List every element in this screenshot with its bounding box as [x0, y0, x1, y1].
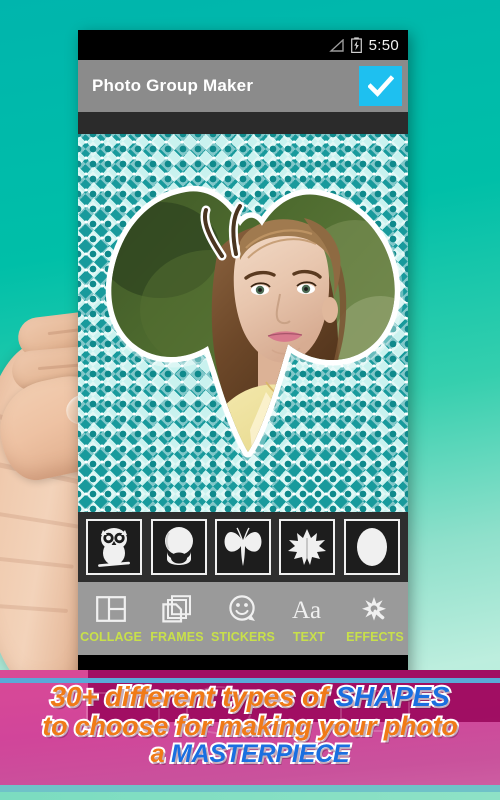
- bottom-tab-bar[interactable]: COLLAGE FRAMES STICKERS Aa TEXT EFFECTS: [78, 582, 408, 655]
- banner-line-1-highlight: SHAPES: [334, 679, 452, 713]
- status-bar: 5:50: [78, 30, 408, 60]
- butterfly-shape-icon: [221, 526, 265, 568]
- frames-stack-icon: [162, 593, 192, 625]
- shape-thumb-keyhole[interactable]: [150, 519, 207, 575]
- app-promo-screenshot: 5:50 Photo Group Maker COLLAGE FRAMES ST…: [0, 0, 500, 800]
- page-title: Photo Group Maker: [92, 76, 254, 95]
- promo-banner: 30+ different types of SHAPES to choose …: [0, 670, 500, 800]
- shape-selector-strip[interactable]: [78, 512, 408, 582]
- tab-effects[interactable]: EFFECTS: [342, 582, 408, 655]
- oval-shape-icon: [353, 525, 391, 569]
- phone-device: 5:50 Photo Group Maker COLLAGE FRAMES ST…: [78, 30, 408, 685]
- tab-label-stickers: STICKERS: [210, 630, 275, 644]
- banner-line-1-a: 30+ different types of: [48, 679, 336, 713]
- owl-shape-icon: [94, 525, 134, 569]
- tab-label-text: TEXT: [292, 630, 326, 644]
- banner-line-3: a MASTERPIECE: [0, 739, 500, 770]
- smiley-bubble-icon: [228, 593, 258, 625]
- shape-thumb-owl[interactable]: [86, 519, 143, 575]
- tab-label-effects: EFFECTS: [346, 630, 404, 644]
- magic-wand-icon: [360, 593, 390, 625]
- tab-frames[interactable]: FRAMES: [144, 582, 210, 655]
- banner-line-3-highlight: MASTERPIECE: [169, 739, 352, 770]
- shape-thumb-oval[interactable]: [343, 519, 400, 575]
- tab-label-collage: COLLAGE: [80, 630, 142, 644]
- tab-stickers[interactable]: STICKERS: [210, 582, 276, 655]
- banner-accent-line-bottom: [0, 785, 500, 792]
- svg-text:Aa: Aa: [292, 597, 321, 622]
- banner-line-1: 30+ different types of SHAPES: [0, 679, 500, 713]
- tab-label-frames: FRAMES: [150, 630, 204, 644]
- leaf-shape-icon: [286, 526, 328, 568]
- sub-toolbar-strip: [78, 112, 408, 134]
- status-bar-clock: 5:50: [368, 36, 399, 54]
- battery-charging-icon: [350, 37, 362, 53]
- check-icon: [367, 75, 394, 97]
- done-button[interactable]: [359, 66, 402, 106]
- banner-line-2: to choose for making your photo: [40, 710, 460, 743]
- text-aa-icon: Aa: [292, 593, 326, 625]
- editor-canvas[interactable]: [78, 134, 408, 512]
- banner-bottom-strip: [0, 792, 500, 800]
- tab-collage[interactable]: COLLAGE: [78, 582, 144, 655]
- signal-triangle-icon: [328, 38, 344, 52]
- action-bar: Photo Group Maker: [78, 60, 408, 112]
- tab-text[interactable]: Aa TEXT: [276, 582, 342, 655]
- butterfly-shaped-photo[interactable]: [90, 134, 408, 490]
- collage-grid-icon: [96, 593, 126, 625]
- banner-text-block: 30+ different types of SHAPES to choose …: [0, 679, 500, 770]
- banner-line-3-a: a: [149, 739, 172, 770]
- shape-thumb-leaf[interactable]: [279, 519, 336, 575]
- shape-thumb-butterfly[interactable]: [214, 519, 271, 575]
- keyhole-shape-icon: [160, 525, 198, 569]
